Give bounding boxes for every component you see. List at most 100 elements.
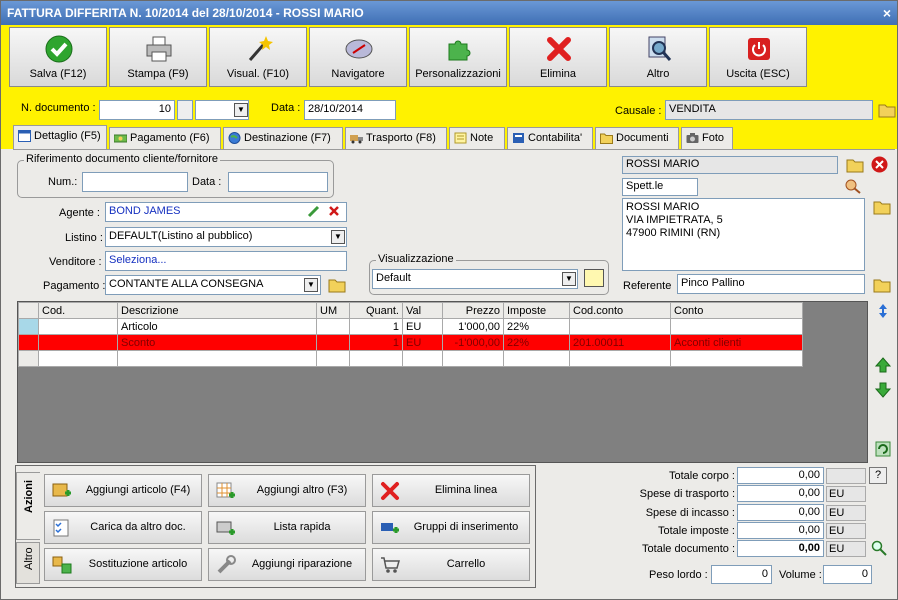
ref-date-field[interactable]: [228, 172, 328, 192]
cell-codconto[interactable]: [569, 318, 671, 335]
tab-trasporto[interactable]: Trasporto (F8): [345, 127, 447, 149]
spese-trasporto-field[interactable]: 0,00: [737, 485, 824, 502]
add-other-button[interactable]: Aggiungi altro (F3): [208, 474, 366, 507]
remove-client-icon[interactable]: [871, 156, 888, 173]
col-descrizione[interactable]: Descrizione: [117, 302, 317, 319]
cliente-address[interactable]: ROSSI MARIO VIA IMPIETRATA, 5 47900 RIMI…: [622, 198, 865, 271]
chevron-down-icon[interactable]: ▼: [331, 230, 345, 244]
add-article-button[interactable]: Aggiungi articolo (F4): [44, 474, 202, 507]
cell-val[interactable]: EU: [402, 318, 443, 335]
help-button[interactable]: ?: [869, 467, 887, 484]
visualizzazione-select[interactable]: Default: [372, 269, 578, 289]
date-field[interactable]: 28/10/2014: [304, 100, 396, 120]
refresh-icon[interactable]: [875, 441, 891, 457]
row-header[interactable]: [18, 318, 39, 335]
cell-imposte[interactable]: [503, 350, 570, 367]
tab-note[interactable]: Note: [449, 127, 505, 149]
col-um[interactable]: UM: [316, 302, 350, 319]
doc-number-stepper[interactable]: [177, 100, 193, 120]
tab-azioni[interactable]: Azioni: [16, 472, 40, 540]
arrow-up-icon[interactable]: [875, 357, 891, 373]
cell-cod[interactable]: [38, 334, 118, 351]
cell-imposte[interactable]: 22%: [503, 334, 570, 351]
quick-list-button[interactable]: Lista rapida: [208, 511, 366, 544]
cell-conto[interactable]: [670, 318, 803, 335]
close-icon[interactable]: ×: [883, 1, 891, 25]
navigator-button[interactable]: Navigatore: [309, 27, 407, 87]
tab-altro[interactable]: Altro: [16, 542, 40, 584]
totale-corpo-field[interactable]: 0,00: [737, 467, 824, 484]
insertion-groups-button[interactable]: Gruppi di inserimento: [372, 511, 530, 544]
doc-number-field[interactable]: 10: [99, 100, 175, 120]
preview-button[interactable]: Visual. (F10): [209, 27, 307, 87]
col-codconto[interactable]: Cod.conto: [569, 302, 671, 319]
totale-documento-field[interactable]: 0,00: [737, 540, 824, 557]
cell-prezzo[interactable]: -1'000,00: [442, 334, 504, 351]
col-cod[interactable]: Cod.: [38, 302, 118, 319]
cell-prezzo[interactable]: [442, 350, 504, 367]
chevron-down-icon[interactable]: ▼: [234, 103, 248, 117]
table-row-selected[interactable]: Sconto 1 EU -1'000,00 22% 201.00011 Acco…: [18, 334, 803, 351]
exit-button[interactable]: Uscita (ESC): [709, 27, 807, 87]
spese-incasso-field[interactable]: 0,00: [737, 504, 824, 521]
cell-val[interactable]: EU: [402, 334, 443, 351]
ref-num-field[interactable]: [82, 172, 188, 192]
cell-quant[interactable]: [349, 350, 403, 367]
cliente-name-field[interactable]: ROSSI MARIO: [622, 156, 838, 174]
cell-descrizione[interactable]: Sconto: [117, 334, 317, 351]
cell-codconto[interactable]: 201.00011: [569, 334, 671, 351]
add-repair-button[interactable]: Aggiungi riparazione: [208, 548, 366, 581]
col-val[interactable]: Val: [402, 302, 443, 319]
zoom-plus-icon[interactable]: [871, 540, 887, 556]
move-updown-icon[interactable]: [875, 303, 891, 319]
tab-contabilita[interactable]: Contabilita': [507, 127, 593, 149]
chevron-down-icon[interactable]: ▼: [304, 278, 318, 292]
col-quant[interactable]: Quant.: [349, 302, 403, 319]
cart-button[interactable]: Carrello: [372, 548, 530, 581]
folder-icon[interactable]: [328, 277, 346, 293]
venditore-field[interactable]: Seleziona...: [105, 251, 347, 271]
tab-destinazione[interactable]: Destinazione (F7): [223, 127, 343, 149]
cell-cod[interactable]: [38, 318, 118, 335]
cell-um[interactable]: [316, 334, 350, 351]
save-button[interactable]: Salva (F12): [9, 27, 107, 87]
totale-imposte-field[interactable]: 0,00: [737, 522, 824, 539]
chevron-down-icon[interactable]: ▼: [562, 272, 576, 286]
view-settings-icon[interactable]: [584, 269, 604, 287]
customizations-button[interactable]: Personalizzazioni: [409, 27, 507, 87]
cell-imposte[interactable]: 22%: [503, 318, 570, 335]
delete-line-button[interactable]: Elimina linea: [372, 474, 530, 507]
folder-icon[interactable]: [873, 277, 891, 293]
volume-field[interactable]: 0: [823, 565, 872, 584]
cell-prezzo[interactable]: 1'000,00: [442, 318, 504, 335]
cell-cod[interactable]: [38, 350, 118, 367]
arrow-down-icon[interactable]: [875, 382, 891, 398]
tab-documenti[interactable]: Documenti: [595, 127, 679, 149]
col-conto[interactable]: Conto: [670, 302, 803, 319]
cliente-title-field[interactable]: Spett.le: [622, 178, 698, 196]
clear-x-icon[interactable]: [328, 205, 340, 217]
folder-icon[interactable]: [873, 199, 891, 215]
tab-foto[interactable]: Foto: [681, 127, 733, 149]
folder-icon[interactable]: [846, 157, 864, 173]
row-header[interactable]: [18, 350, 39, 367]
folder-icon[interactable]: [878, 102, 896, 118]
cell-conto[interactable]: Acconti clienti: [670, 334, 803, 351]
peso-lordo-field[interactable]: 0: [711, 565, 772, 584]
other-button[interactable]: Altro: [609, 27, 707, 87]
cell-um[interactable]: [316, 350, 350, 367]
cell-conto[interactable]: [670, 350, 803, 367]
col-prezzo[interactable]: Prezzo: [442, 302, 504, 319]
user-search-icon[interactable]: [844, 178, 862, 194]
tab-pagamento[interactable]: Pagamento (F6): [109, 127, 221, 149]
cell-codconto[interactable]: [569, 350, 671, 367]
delete-button[interactable]: Elimina: [509, 27, 607, 87]
replace-article-button[interactable]: Sostituzione articolo: [44, 548, 202, 581]
tab-dettaglio[interactable]: Dettaglio (F5): [13, 125, 107, 149]
cell-quant[interactable]: 1: [349, 334, 403, 351]
causale-field[interactable]: VENDITA: [665, 100, 873, 120]
col-imposte[interactable]: Imposte: [503, 302, 570, 319]
table-row[interactable]: [18, 350, 803, 367]
cell-um[interactable]: [316, 318, 350, 335]
table-row[interactable]: Articolo 1 EU 1'000,00 22%: [18, 318, 803, 335]
